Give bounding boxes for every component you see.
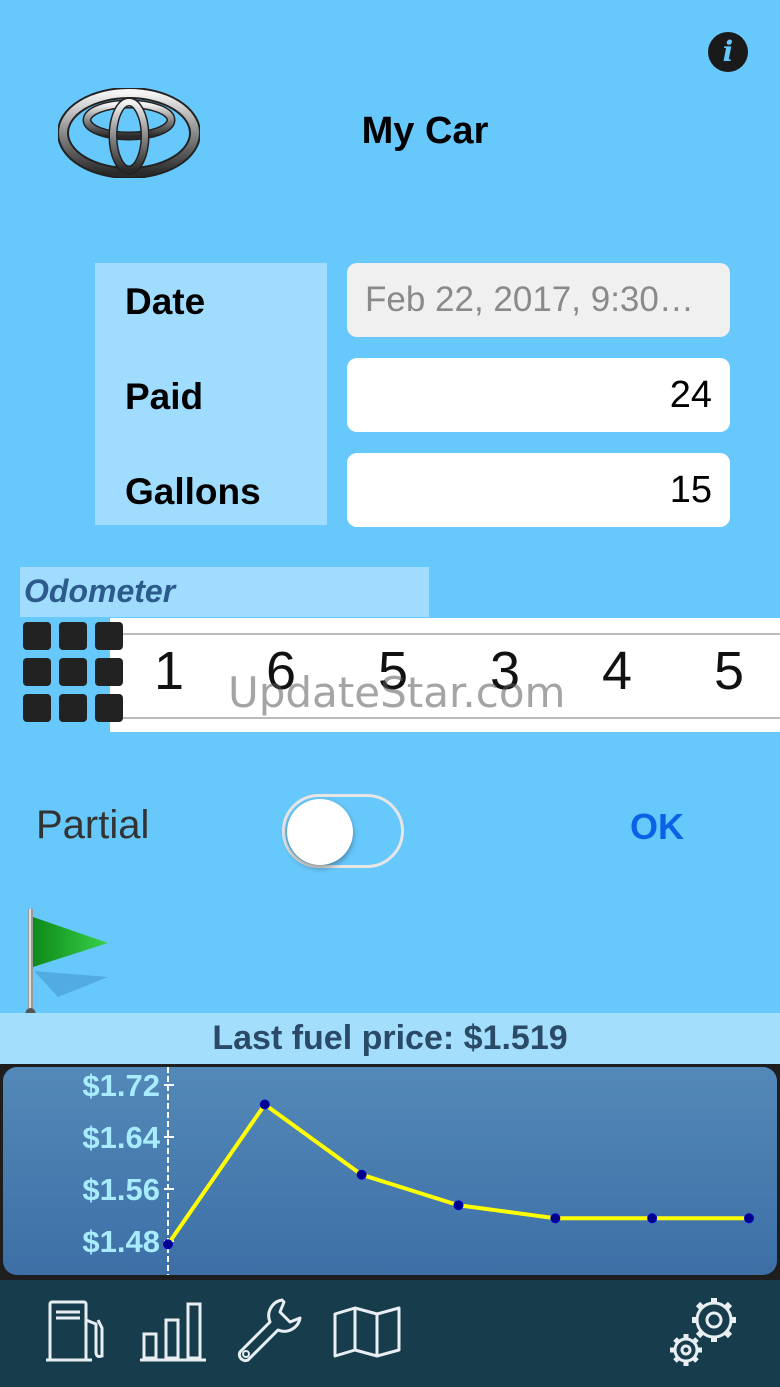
chart-svg: $1.72 $1.64 $1.56 $1.48 bbox=[82, 1067, 754, 1275]
data-point bbox=[647, 1213, 658, 1224]
fuel-price-chart: $1.72 $1.64 $1.56 $1.48 bbox=[0, 1064, 780, 1280]
fuel-pump-icon[interactable] bbox=[44, 1298, 110, 1364]
picker-divider-bottom bbox=[120, 717, 780, 719]
form-labels-panel: Date Paid Gallons bbox=[95, 263, 327, 525]
last-fuel-price: Last fuel price: $1.519 bbox=[0, 1013, 780, 1064]
odometer-digit-6[interactable]: 5 bbox=[699, 640, 759, 702]
page-title: My Car bbox=[361, 110, 489, 152]
data-point bbox=[259, 1099, 270, 1110]
gallons-label: Gallons bbox=[125, 471, 261, 512]
data-point bbox=[453, 1200, 464, 1211]
date-field[interactable]: Feb 22, 2017, 9:30… bbox=[347, 263, 730, 337]
odometer-digit-1[interactable]: 1 bbox=[139, 640, 199, 702]
odometer-label: Odometer bbox=[24, 573, 176, 609]
data-point bbox=[550, 1213, 561, 1224]
map-icon[interactable] bbox=[332, 1306, 402, 1358]
settings-gears-icon[interactable] bbox=[664, 1294, 744, 1370]
partial-toggle[interactable] bbox=[282, 794, 404, 868]
y-tick-label: $1.72 bbox=[82, 1068, 160, 1103]
partial-label: Partial bbox=[36, 803, 150, 847]
bar-chart-icon[interactable] bbox=[138, 1298, 208, 1364]
keypad-icon[interactable] bbox=[23, 622, 123, 722]
watermark: UpdateStar.com bbox=[228, 668, 566, 717]
y-tick-label: $1.48 bbox=[82, 1224, 160, 1259]
toyota-logo bbox=[58, 88, 200, 178]
data-point bbox=[163, 1239, 173, 1250]
gallons-field[interactable]: 15 bbox=[347, 453, 730, 527]
y-tick-label: $1.56 bbox=[82, 1172, 160, 1207]
picker-divider-top bbox=[120, 633, 780, 635]
series-line bbox=[166, 1102, 749, 1246]
odometer-digit-5[interactable]: 4 bbox=[587, 640, 647, 702]
tab-bar bbox=[0, 1280, 780, 1387]
ok-button[interactable]: OK bbox=[630, 806, 684, 848]
paid-field[interactable]: 24 bbox=[347, 358, 730, 432]
info-icon[interactable]: i bbox=[708, 32, 748, 72]
y-tick-label: $1.64 bbox=[82, 1120, 160, 1155]
data-point bbox=[356, 1169, 367, 1180]
toggle-knob bbox=[287, 799, 353, 865]
paid-label: Paid bbox=[125, 376, 204, 417]
date-label: Date bbox=[125, 281, 206, 322]
green-flag-icon[interactable] bbox=[18, 905, 118, 1020]
data-point bbox=[744, 1213, 754, 1224]
wrench-icon[interactable] bbox=[234, 1296, 304, 1366]
